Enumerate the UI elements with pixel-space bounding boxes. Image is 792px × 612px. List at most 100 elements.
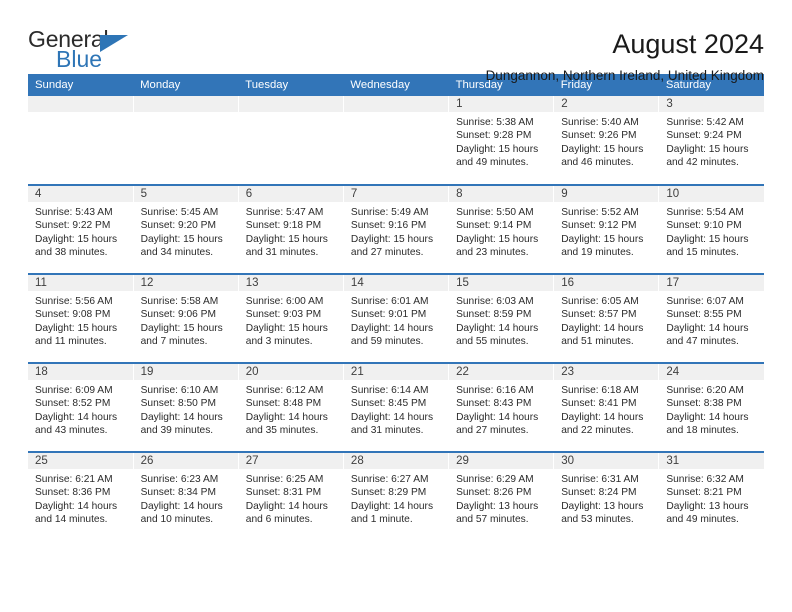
daylight-text-line2: and 51 minutes.	[561, 336, 634, 348]
calendar-day-cell[interactable]: 15 Sunrise: 6:03 AM Sunset: 8:59 PM Dayligh…	[448, 273, 555, 363]
day-number: 20	[238, 364, 343, 380]
daylight-text-line1: Daylight: 15 hours	[666, 233, 749, 245]
day-details: Sunrise: 6:29 AM Sunset: 8:26 PM Daylight:…	[449, 469, 553, 527]
sunset-text: Sunset: 9:01 PM	[350, 309, 427, 321]
daylight-text-line1: Daylight: 15 hours	[140, 233, 223, 245]
sunrise-text: Sunrise: 6:03 AM	[456, 296, 534, 307]
calendar-day-cell[interactable]: 27 Sunrise: 6:25 AM Sunset: 8:31 PM Dayligh…	[238, 451, 344, 541]
sunset-text: Sunset: 8:36 PM	[35, 487, 111, 499]
calendar-day-cell[interactable]: 31 Sunrise: 6:32 AM Sunset: 8:21 PM Dayligh…	[658, 451, 764, 541]
daylight-text-line1: Daylight: 15 hours	[140, 322, 223, 334]
cell-inner: 28 Sunrise: 6:27 AM Sunset: 8:29 PM Dayligh…	[343, 453, 449, 541]
daylight-text-line1: Daylight: 15 hours	[561, 233, 644, 245]
calendar-day-cell[interactable]: 13 Sunrise: 6:00 AM Sunset: 9:03 PM Dayligh…	[238, 273, 344, 363]
day-number: 5	[133, 186, 238, 202]
sunrise-text: Sunrise: 6:23 AM	[140, 474, 219, 485]
calendar-day-cell[interactable]: 18 Sunrise: 6:09 AM Sunset: 8:52 PM Dayligh…	[28, 362, 134, 452]
sunset-text: Sunset: 8:29 PM	[350, 487, 427, 499]
calendar-day-cell[interactable]: 24 Sunrise: 6:20 AM Sunset: 8:38 PM Dayligh…	[658, 362, 764, 452]
day-details: Sunrise: 5:47 AM Sunset: 9:18 PM Daylight:…	[239, 202, 343, 260]
triangle-icon	[100, 35, 128, 52]
daylight-text-line2: and 34 minutes.	[140, 247, 214, 259]
daylight-text-line2: and 1 minute.	[350, 514, 413, 526]
sunrise-text: Sunrise: 5:47 AM	[245, 207, 324, 218]
general-blue-logo: General Blue	[28, 28, 143, 74]
cell-inner: 9 Sunrise: 5:52 AM Sunset: 9:12 PM Daylight…	[554, 186, 659, 273]
sunset-text: Sunset: 8:59 PM	[456, 309, 532, 321]
calendar-day-cell[interactable]: 3 Sunrise: 5:42 AM Sunset: 9:24 PM Daylight…	[658, 96, 764, 185]
calendar-day-cell[interactable]: 22 Sunrise: 6:16 AM Sunset: 8:43 PM Dayligh…	[448, 362, 555, 452]
calendar-day-cell[interactable]: 19 Sunrise: 6:10 AM Sunset: 8:50 PM Dayligh…	[133, 362, 239, 452]
calendar-day-cell[interactable]: 4 Sunrise: 5:43 AM Sunset: 9:22 PM Daylight…	[28, 184, 134, 274]
cell-inner: 24 Sunrise: 6:20 AM Sunset: 8:38 PM Dayligh…	[659, 364, 764, 451]
calendar-day-cell[interactable]: 5 Sunrise: 5:45 AM Sunset: 9:20 PM Daylight…	[133, 184, 239, 274]
calendar-day-cell[interactable]: 17 Sunrise: 6:07 AM Sunset: 8:55 PM Dayligh…	[658, 273, 764, 363]
sunset-text: Sunset: 9:16 PM	[350, 220, 427, 232]
calendar-day-cell[interactable]: 12 Sunrise: 5:58 AM Sunset: 9:06 PM Dayligh…	[133, 273, 239, 363]
calendar-day-cell[interactable]: 10 Sunrise: 5:54 AM Sunset: 9:10 PM Dayligh…	[658, 184, 764, 274]
daylight-text-line2: and 53 minutes.	[561, 514, 634, 526]
day-details: Sunrise: 5:42 AM Sunset: 9:24 PM Daylight:…	[659, 112, 764, 170]
calendar-day-cell[interactable]: 21 Sunrise: 6:14 AM Sunset: 8:45 PM Dayligh…	[343, 362, 450, 452]
daylight-text-line2: and 49 minutes.	[666, 514, 739, 526]
daylight-text-line1: Daylight: 15 hours	[350, 233, 434, 245]
daylight-text-line1: Daylight: 15 hours	[245, 322, 328, 334]
calendar-day-cell[interactable]: 14 Sunrise: 6:01 AM Sunset: 9:01 PM Dayligh…	[343, 273, 450, 363]
daylight-text-line1: Daylight: 14 hours	[456, 322, 539, 334]
day-details: Sunrise: 6:14 AM Sunset: 8:45 PM Daylight:…	[344, 380, 448, 438]
sunset-text: Sunset: 9:18 PM	[245, 220, 322, 232]
calendar-cell-empty	[343, 96, 450, 185]
day-number: 11	[28, 275, 133, 291]
calendar-day-cell[interactable]: 2 Sunrise: 5:40 AM Sunset: 9:26 PM Daylight…	[553, 96, 660, 185]
calendar-day-cell[interactable]: 11 Sunrise: 5:56 AM Sunset: 9:08 PM Dayligh…	[28, 273, 134, 363]
day-number-placeholder	[343, 96, 449, 112]
calendar-day-cell[interactable]: 1 Sunrise: 5:38 AM Sunset: 9:28 PM Daylight…	[448, 96, 555, 185]
sunset-text: Sunset: 9:08 PM	[35, 309, 111, 321]
daylight-text-line2: and 3 minutes.	[245, 336, 313, 348]
day-number: 6	[238, 186, 343, 202]
daylight-text-line1: Daylight: 13 hours	[561, 500, 644, 512]
sunset-text: Sunset: 9:03 PM	[245, 309, 322, 321]
calendar-day-cell[interactable]: 28 Sunrise: 6:27 AM Sunset: 8:29 PM Dayligh…	[343, 451, 450, 541]
calendar-day-cell[interactable]: 7 Sunrise: 5:49 AM Sunset: 9:16 PM Daylight…	[343, 184, 450, 274]
weekday-header-sunday: Sunday	[28, 74, 134, 96]
daylight-text-line1: Daylight: 15 hours	[35, 233, 118, 245]
cell-inner: 27 Sunrise: 6:25 AM Sunset: 8:31 PM Dayligh…	[238, 453, 343, 541]
daylight-text-line2: and 18 minutes.	[666, 425, 739, 437]
daylight-text-line1: Daylight: 14 hours	[35, 411, 118, 423]
daylight-text-line2: and 39 minutes.	[140, 425, 214, 437]
page-header: General Blue August 2024 Dungannon, Nort…	[28, 0, 764, 83]
daylight-text-line2: and 35 minutes.	[245, 425, 319, 437]
day-details: Sunrise: 6:20 AM Sunset: 8:38 PM Daylight:…	[659, 380, 764, 438]
day-details: Sunrise: 5:54 AM Sunset: 9:10 PM Daylight:…	[659, 202, 764, 260]
calendar-day-cell[interactable]: 9 Sunrise: 5:52 AM Sunset: 9:12 PM Daylight…	[553, 184, 660, 274]
calendar-day-cell[interactable]: 25 Sunrise: 6:21 AM Sunset: 8:36 PM Dayligh…	[28, 451, 134, 541]
calendar-day-cell[interactable]: 20 Sunrise: 6:12 AM Sunset: 8:48 PM Dayligh…	[238, 362, 344, 452]
calendar-day-cell[interactable]: 16 Sunrise: 6:05 AM Sunset: 8:57 PM Dayligh…	[553, 273, 660, 363]
daylight-text-line1: Daylight: 14 hours	[350, 411, 434, 423]
calendar-cell-empty	[28, 96, 134, 185]
day-number: 3	[659, 96, 764, 112]
daylight-text-line2: and 11 minutes.	[35, 336, 107, 348]
day-details: Sunrise: 6:23 AM Sunset: 8:34 PM Daylight:…	[134, 469, 238, 527]
calendar-day-cell[interactable]: 29 Sunrise: 6:29 AM Sunset: 8:26 PM Dayligh…	[448, 451, 555, 541]
calendar-day-cell[interactable]: 6 Sunrise: 5:47 AM Sunset: 9:18 PM Daylight…	[238, 184, 344, 274]
calendar-body: 1 Sunrise: 5:38 AM Sunset: 9:28 PM Daylight…	[28, 96, 764, 541]
cell-inner: 5 Sunrise: 5:45 AM Sunset: 9:20 PM Daylight…	[133, 186, 238, 273]
daylight-text-line1: Daylight: 14 hours	[350, 500, 434, 512]
calendar-day-cell[interactable]: 30 Sunrise: 6:31 AM Sunset: 8:24 PM Dayligh…	[553, 451, 660, 541]
daylight-text-line1: Daylight: 15 hours	[456, 143, 539, 155]
day-details: Sunrise: 6:05 AM Sunset: 8:57 PM Daylight:…	[554, 291, 658, 349]
day-number: 8	[449, 186, 554, 202]
cell-inner: 21 Sunrise: 6:14 AM Sunset: 8:45 PM Dayligh…	[343, 364, 449, 451]
calendar-cell-empty	[133, 96, 239, 185]
day-number: 13	[238, 275, 343, 291]
daylight-text-line1: Daylight: 13 hours	[456, 500, 539, 512]
daylight-text-line2: and 47 minutes.	[666, 336, 739, 348]
calendar-day-cell[interactable]: 26 Sunrise: 6:23 AM Sunset: 8:34 PM Dayligh…	[133, 451, 239, 541]
calendar-day-cell[interactable]: 8 Sunrise: 5:50 AM Sunset: 9:14 PM Daylight…	[448, 184, 555, 274]
daylight-text-line1: Daylight: 14 hours	[456, 411, 539, 423]
cell-inner: 23 Sunrise: 6:18 AM Sunset: 8:41 PM Dayligh…	[554, 364, 659, 451]
day-details: Sunrise: 5:43 AM Sunset: 9:22 PM Daylight:…	[28, 202, 133, 260]
calendar-day-cell[interactable]: 23 Sunrise: 6:18 AM Sunset: 8:41 PM Dayligh…	[553, 362, 660, 452]
